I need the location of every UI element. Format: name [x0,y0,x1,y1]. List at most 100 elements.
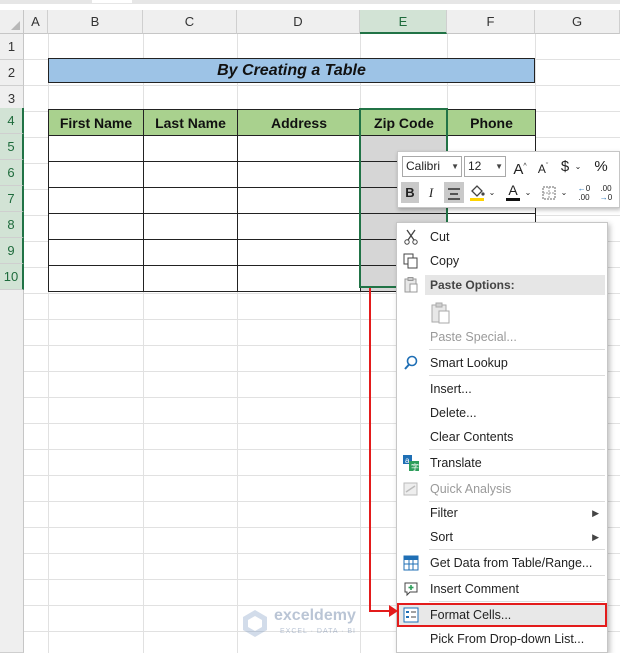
chevron-down-icon[interactable]: ⌄ [574,156,582,177]
grow-font-button[interactable]: A^ [511,156,529,178]
header-address[interactable]: Address [237,109,361,136]
exceldemy-logo-icon [243,610,267,637]
menu-item-cut[interactable]: Cut [397,225,607,249]
menu-item-format-cells[interactable]: Format Cells... [397,603,607,627]
menu-item-label: Clear Contents [430,430,514,444]
paste-button[interactable] [397,299,607,327]
bold-button[interactable]: B [401,182,419,203]
font-size-box[interactable]: 12 ▼ [464,156,506,177]
decrease-decimal-button[interactable]: .00 →0 [596,182,616,203]
table-cell[interactable] [237,161,361,188]
header-last-name[interactable]: Last Name [143,109,238,136]
row-header-7[interactable]: 7 [0,186,24,212]
menu-item-sort[interactable]: Sort ▶ [397,525,607,549]
row-header-8[interactable]: 8 [0,212,24,238]
header-phone[interactable]: Phone [447,109,536,136]
table-cell[interactable] [48,187,144,214]
menu-item-insert-comment[interactable]: Insert Comment [397,577,607,601]
column-header-e[interactable]: E [360,10,447,34]
chevron-down-icon[interactable]: ⌄ [524,182,532,203]
table-cell[interactable] [48,213,144,240]
annotation-arrow-line [369,288,371,612]
context-menu: Cut Copy Paste Options: Paste Special...… [396,222,608,653]
menu-item-paste-special[interactable]: Paste Special... [397,325,607,349]
watermark-name: exceldemy [274,607,356,624]
decrease-decimal-icon: .00 →0 [599,184,613,202]
align-center-button[interactable] [444,182,464,203]
menu-item-smart-lookup[interactable]: Smart Lookup [397,351,607,375]
menu-item-label: Pick From Drop-down List... [430,632,585,646]
table-cell[interactable] [237,265,361,292]
search-icon [402,355,419,371]
header-first-name[interactable]: First Name [48,109,144,136]
table-cell[interactable] [143,187,238,214]
table-cell[interactable] [237,135,361,162]
column-header-a[interactable]: A [24,10,48,34]
row-header-1[interactable]: 1 [0,34,24,60]
menu-item-get-data[interactable]: Get Data from Table/Range... [397,551,607,575]
increase-decimal-icon: ←0.00 [577,184,591,202]
row-header-6[interactable]: 6 [0,160,24,186]
quick-analysis-icon [402,481,419,497]
menu-item-label: Format Cells... [430,608,512,622]
menu-item-label: Insert Comment [430,582,519,596]
menu-item-label: Quick Analysis [430,482,512,496]
increase-decimal-button[interactable]: ←0.00 [574,182,594,203]
clipboard-icon [429,302,451,324]
watermark: exceldemy EXCEL · DATA · BI [240,604,390,644]
annotation-arrowhead-icon [389,605,398,617]
row-header-10[interactable]: 10 [0,264,24,290]
fill-bucket-icon [470,185,485,201]
menu-separator [429,575,605,576]
align-center-icon [444,182,464,200]
table-cell[interactable] [48,239,144,266]
column-header-f[interactable]: F [447,10,535,34]
table-cell[interactable] [237,239,361,266]
row-header-4[interactable]: 4 [0,108,24,134]
table-cell[interactable] [48,265,144,292]
sheet-title-cell[interactable]: By Creating a Table [48,58,535,83]
table-cell[interactable] [143,213,238,240]
menu-item-translate[interactable]: a字 Translate [397,451,607,475]
menu-item-quick-analysis[interactable]: Quick Analysis [397,477,607,501]
menu-item-insert[interactable]: Insert... [397,377,607,401]
table-cell[interactable] [143,265,238,292]
menu-item-delete[interactable]: Delete... [397,401,607,425]
column-header-d[interactable]: D [237,10,360,34]
table-cell[interactable] [48,135,144,162]
chevron-right-icon: ▶ [592,532,599,542]
font-name-box[interactable]: Calibri ▼ [402,156,462,177]
table-cell[interactable] [48,161,144,188]
chevron-down-icon[interactable]: ▼ [495,157,503,176]
borders-button[interactable] [540,182,558,203]
sheet-tab[interactable] [92,0,132,3]
font-color-button[interactable]: A [504,182,522,203]
table-cell[interactable] [237,213,361,240]
menu-item-label: Insert... [430,382,472,396]
table-cell[interactable] [143,239,238,266]
menu-item-label: Cut [430,230,450,244]
percent-button[interactable]: % [592,156,610,177]
column-header-c[interactable]: C [143,10,237,34]
column-header-b[interactable]: B [48,10,143,34]
fill-color-button[interactable] [468,182,486,203]
shrink-font-button[interactable]: Aˇ [534,156,552,177]
chevron-down-icon[interactable]: ⌄ [560,182,568,203]
menu-item-filter[interactable]: Filter ▶ [397,501,607,525]
select-all-corner[interactable] [0,10,24,34]
chevron-down-icon[interactable]: ⌄ [488,182,496,203]
column-header-g[interactable]: G [535,10,620,34]
row-header-2[interactable]: 2 [0,60,24,86]
table-cell[interactable] [143,161,238,188]
menu-item-clear-contents[interactable]: Clear Contents [397,425,607,449]
table-cell[interactable] [237,187,361,214]
menu-item-pick-from-dropdown[interactable]: Pick From Drop-down List... [397,627,607,651]
currency-button[interactable]: $ [558,156,572,177]
table-cell[interactable] [143,135,238,162]
menu-item-copy[interactable]: Copy [397,249,607,273]
font-size-value: 12 [468,159,482,173]
row-header-5[interactable]: 5 [0,134,24,160]
italic-button[interactable]: I [423,182,439,203]
chevron-down-icon[interactable]: ▼ [451,157,459,176]
row-header-9[interactable]: 9 [0,238,24,264]
